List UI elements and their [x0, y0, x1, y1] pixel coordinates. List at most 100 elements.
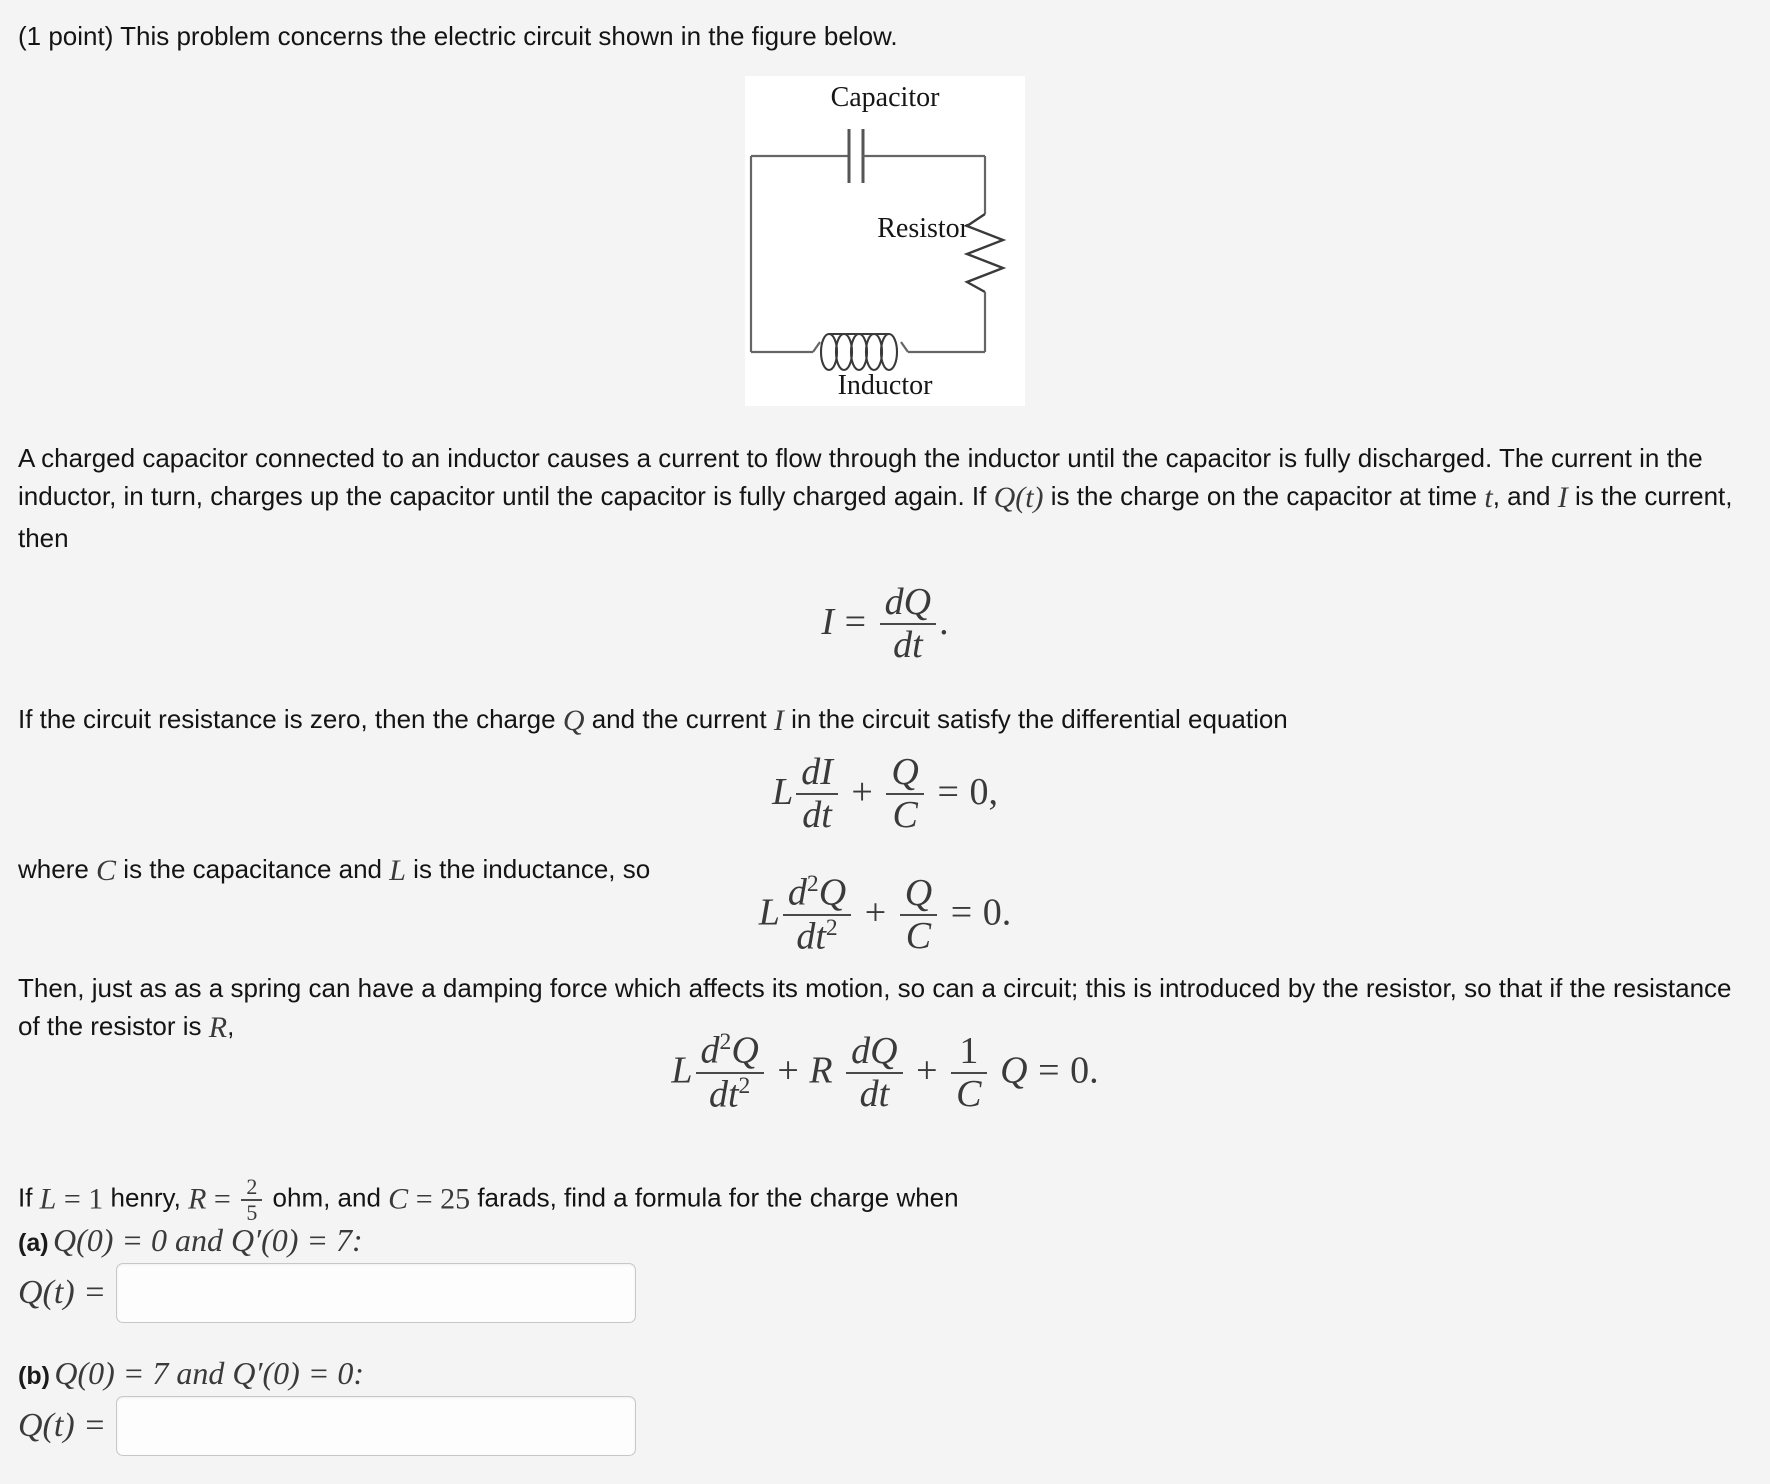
eq-i-lhs: I — [821, 601, 835, 644]
eq-ld2q-L: L — [758, 891, 780, 934]
eq-ld2q-fraction: d2Q dt2 — [782, 871, 852, 958]
part-b-label: (b) — [18, 1362, 50, 1390]
p5-farads: farads, find a formula for the charge wh… — [470, 1182, 959, 1213]
p1-math-t: t — [1484, 480, 1493, 514]
eq-ld2q-fraction-qc: Q C — [899, 871, 938, 957]
circuit-figure: Capacitor Resistor Inductor — [745, 76, 1025, 406]
paragraph-one: A charged capacitor connected to an indu… — [18, 440, 1758, 556]
p1-math-qt: Q(t) — [993, 480, 1044, 514]
eq-ld2q-num-exp: 2 — [806, 871, 819, 897]
eq-full-den-exp: 2 — [738, 1072, 751, 1099]
circuit-figure-container: Capacitor Resistor Inductor — [0, 76, 1770, 411]
eq-ld2q-tail: . — [1001, 891, 1012, 934]
equation-ld2q-dt2: L d2Q dt2 + Q C = 0. — [0, 871, 1770, 958]
eq-full-num-d: d — [700, 1029, 720, 1072]
eq-full-R: R — [809, 1049, 833, 1092]
p2-text-c: in the circuit satisfy the differential … — [783, 704, 1288, 734]
answer-a-lhs: Q(t) = — [18, 1274, 107, 1311]
p2-text-b: and the current — [584, 704, 774, 734]
p5-R-fraction: 25 — [241, 1174, 263, 1225]
equation-ldi-dt: L dI dt + Q C = 0, — [0, 751, 1770, 836]
p5-henry: henry, — [103, 1182, 189, 1213]
circuit-diagram-svg — [749, 129, 1007, 372]
eq-full-rhs: 0 — [1070, 1049, 1090, 1092]
eq-full-num2: dQ — [851, 1029, 898, 1072]
answer-b-row: Q(t) = — [18, 1396, 1018, 1456]
eq-full-plus-one: + — [777, 1049, 799, 1092]
p5-math-C: C — [388, 1182, 409, 1216]
eq-full-L: L — [671, 1049, 693, 1092]
eq-full-tail: . — [1089, 1049, 1099, 1092]
answer-a-row: Q(t) = — [18, 1263, 1018, 1323]
answer-b-condition-line: (b) Q(0) = 7 and Q′(0) = 0: — [18, 1355, 1018, 1392]
eq-full-Q: Q — [1000, 1049, 1028, 1092]
answer-b-input[interactable] — [116, 1396, 637, 1456]
p2-math-i: I — [773, 704, 784, 737]
eq-ld2q-plus: + — [864, 891, 887, 934]
eq-ldi-qden: C — [886, 793, 924, 836]
eq-ld2q-equals: = — [950, 891, 973, 934]
eq-ldi-den: dt — [796, 793, 838, 836]
p5-R-denominator: 5 — [241, 1198, 263, 1225]
eq-full-fraction-dqdt: dQ dt — [846, 1029, 903, 1115]
eq-full-den-dt: dt — [708, 1073, 739, 1116]
p1-math-i: I — [1557, 480, 1568, 514]
eq-full-den: dt2 — [695, 1071, 764, 1116]
p2-text-a: If the circuit resistance is zero, then … — [18, 704, 563, 734]
eq-ld2q-num-var: Q — [818, 871, 847, 914]
part-a-condition: Q(0) = 0 and Q′(0) = 7: — [53, 1222, 363, 1258]
eq-ldi-num: dI — [801, 751, 833, 793]
problem-page: (1 point) This problem concerns the elec… — [0, 0, 1770, 1484]
eq-full-fraction-d2q: d2Q dt2 — [695, 1029, 764, 1116]
eq-full-one: 1 — [959, 1029, 979, 1072]
eq-full-plus-two: + — [916, 1049, 938, 1092]
eq-ld2q-den: dt2 — [782, 913, 852, 958]
eq-ldi-L: L — [772, 771, 794, 814]
eq-ld2q-den-exp: 2 — [825, 914, 838, 941]
p5-R-numerator: 2 — [246, 1174, 258, 1199]
eq-i-denominator: dt — [879, 623, 937, 666]
eq-ld2q-qnum: Q — [904, 871, 933, 914]
paragraph-given-values: If L = 1 henry, R = 25 ohm, and C = 25 f… — [18, 1175, 1758, 1225]
answer-a-condition-line: (a) Q(0) = 0 and Q′(0) = 7: — [18, 1222, 1018, 1259]
p5-math-R: R — [188, 1182, 207, 1216]
p5-ohm: ohm, and — [265, 1182, 389, 1213]
p5-equals-3: = — [408, 1182, 441, 1216]
eq-ldi-fraction-qc: Q C — [886, 751, 924, 836]
answer-block-b: (b) Q(0) = 7 and Q′(0) = 0: Q(t) = — [18, 1355, 1018, 1456]
eq-ldi-equals: = — [937, 771, 959, 814]
p5-math-L: L — [39, 1182, 57, 1216]
intro-text: (1 point) This problem concerns the elec… — [18, 21, 898, 51]
eq-full-den2: dt — [846, 1071, 903, 1115]
p2-math-q: Q — [562, 704, 585, 737]
p1-text-c: , and — [1492, 480, 1558, 511]
answer-b-lhs: Q(t) = — [18, 1407, 107, 1444]
paragraph-two: If the circuit resistance is zero, then … — [18, 700, 1758, 743]
eq-i-fraction: dQ dt — [879, 581, 937, 666]
part-a-label: (a) — [18, 1229, 49, 1257]
equation-damped-circuit: L d2Q dt2 + R dQ dt + 1 C Q = 0. — [0, 1029, 1770, 1116]
p5-equals-2: = — [206, 1182, 239, 1216]
eq-full-num: d2Q — [696, 1029, 764, 1072]
eq-ldi-fraction-didt: dI dt — [796, 751, 838, 836]
eq-ld2q-num: d2Q — [783, 871, 851, 914]
eq-full-num-exp: 2 — [719, 1029, 732, 1055]
p5-L-value: 1 — [88, 1182, 104, 1216]
eq-full-equals: = — [1038, 1049, 1060, 1092]
eq-full-fraction-oneoverc: 1 C — [951, 1029, 987, 1115]
eq-ldi-qnum: Q — [891, 751, 919, 793]
p5-if: If — [18, 1182, 40, 1213]
answer-a-input[interactable] — [116, 1263, 637, 1323]
eq-full-c: C — [951, 1071, 987, 1115]
eq-i-tail: . — [939, 601, 949, 644]
p5-C-value: 25 — [440, 1182, 471, 1216]
eq-ld2q-den-dt: dt — [796, 915, 826, 958]
answer-block-a: (a) Q(0) = 0 and Q′(0) = 7: Q(t) = — [18, 1222, 1018, 1323]
eq-i-equals: = — [844, 601, 867, 644]
eq-ld2q-qden: C — [899, 913, 938, 957]
part-b-condition: Q(0) = 7 and Q′(0) = 0: — [54, 1355, 365, 1391]
eq-ldi-plus: + — [851, 771, 873, 814]
eq-i-numerator: dQ — [884, 581, 932, 623]
eq-ld2q-num-d: d — [787, 871, 807, 914]
equation-current-definition: I = dQ dt . — [0, 581, 1770, 666]
